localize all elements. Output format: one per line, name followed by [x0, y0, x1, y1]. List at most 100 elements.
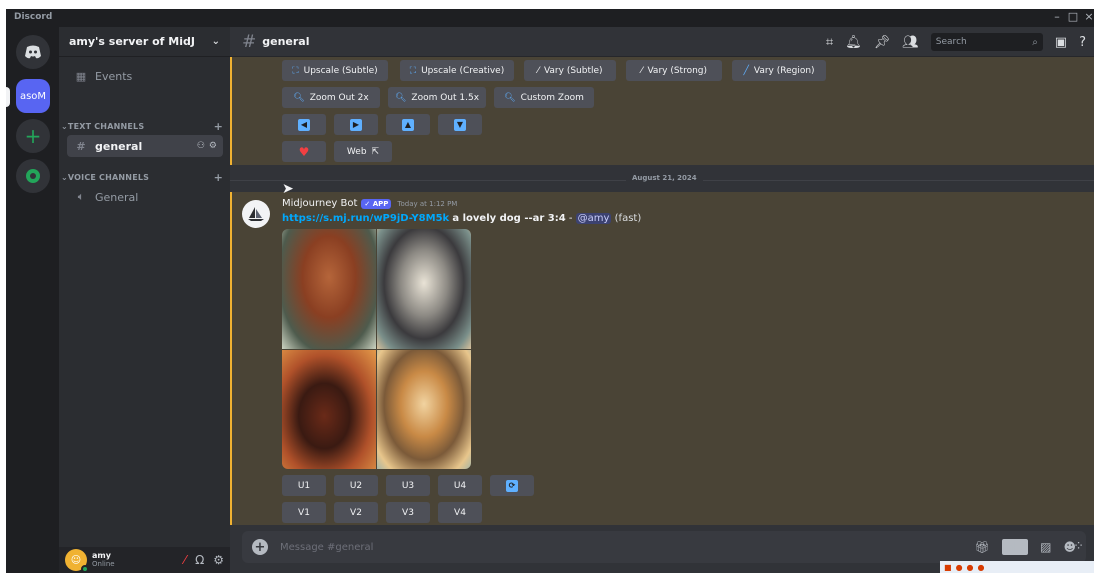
like-button[interactable]: ♥	[282, 141, 326, 162]
channel-label: General	[95, 190, 139, 204]
create-channel-icon[interactable]: +	[214, 120, 223, 133]
variation-4-button[interactable]: V4	[438, 502, 482, 523]
voice-channel-general[interactable]: 🔈︎ General	[67, 186, 223, 208]
author-name[interactable]: Midjourney Bot	[282, 198, 357, 209]
pan-up-button[interactable]: ▲	[386, 114, 430, 135]
maximize-button[interactable]: □	[1066, 10, 1080, 23]
search-input[interactable]: Search ⌕	[930, 33, 1043, 51]
pan-down-button[interactable]: ▼	[438, 114, 482, 135]
heart-icon: ♥	[298, 144, 310, 159]
pin-icon[interactable]: 📌︎	[874, 35, 891, 50]
inbox-icon[interactable]: ▣	[1055, 35, 1067, 50]
zoom-out-1-5x-button[interactable]: 🔍︎ Zoom Out 1.5x	[388, 87, 486, 108]
upscale-creative-button[interactable]: ⛶ Upscale (Creative)	[400, 60, 514, 81]
pan-right-button[interactable]: ▶	[334, 114, 378, 135]
variation-2-button[interactable]: V2	[334, 502, 378, 523]
compass-icon	[26, 169, 40, 183]
pan-left-button[interactable]: ◀	[282, 114, 326, 135]
previous-message: ⛶ Upscale (Subtle) ⛶ Upscale (Creative) ⁄ V…	[230, 57, 1094, 165]
category-label: TEXT CHANNELS	[67, 121, 145, 131]
button-label: Vary (Region)	[753, 65, 815, 76]
message-input[interactable]: Message #general	[280, 542, 373, 553]
username: amy	[92, 551, 111, 560]
upscale-2-button[interactable]: U2	[334, 475, 378, 496]
avatar[interactable]: ☺	[65, 549, 89, 573]
reroll-button[interactable]: ⟳	[490, 475, 534, 496]
hashtag-icon: #	[242, 31, 257, 52]
server-header[interactable]: amy's server of MidJ ⌄	[59, 27, 230, 57]
members-icon[interactable]: 👥︎	[902, 35, 919, 50]
discord-home-button[interactable]	[16, 35, 50, 69]
text-channels-category[interactable]: ⌄ TEXT CHANNELS +	[61, 119, 223, 133]
close-button[interactable]: ×	[1082, 10, 1094, 23]
button-label: Zoom Out 1.5x	[411, 92, 480, 103]
add-server-button[interactable]: +	[16, 119, 50, 153]
refresh-icon: ⟳	[506, 479, 518, 492]
generated-image-grid[interactable]	[282, 229, 471, 469]
channel-sidebar: amy's server of MidJ ⌄ ▦ Events ⌄ TEXT C…	[59, 27, 230, 573]
app-launcher-icon[interactable]: ⁘	[1073, 539, 1084, 554]
user-panel: ☺ amy Online ⁄ Ω ⚙	[59, 547, 230, 573]
input-method-icon[interactable]: ■	[944, 563, 952, 572]
message-composer[interactable]: + Message #general 🎁︎ GIF ▨ ☻	[242, 531, 1086, 563]
bell-icon[interactable]: 🔔︎	[845, 35, 862, 50]
threads-icon[interactable]: ⌗	[826, 35, 833, 50]
magnifier-icon: 🔍︎	[293, 92, 305, 103]
minimize-button[interactable]: –	[1050, 10, 1064, 23]
chevron-down-icon: ⌄	[211, 36, 220, 47]
variation-3-button[interactable]: V3	[386, 502, 430, 523]
headphones-icon[interactable]: Ω	[195, 553, 204, 567]
button-label: Web	[346, 146, 367, 157]
channel-label: general	[95, 139, 143, 153]
image-tile-4	[377, 350, 471, 469]
tray-icon[interactable]: ●	[967, 563, 974, 572]
voice-channels-category[interactable]: ⌄ VOICE CHANNELS +	[61, 170, 223, 184]
server-asom[interactable]: asoM	[16, 79, 50, 113]
button-label: Upscale (Creative)	[421, 65, 505, 76]
sticker-icon[interactable]: ▨	[1040, 540, 1051, 554]
separator: -	[565, 213, 576, 224]
image-tile-2	[377, 229, 471, 349]
user-mention[interactable]: @amy	[575, 213, 612, 224]
mute-mic-icon[interactable]: ⁄	[184, 553, 186, 567]
tray-icon[interactable]: ●	[978, 563, 985, 572]
magic-wand-icon: ⁄	[640, 65, 643, 76]
upscale-subtle-button[interactable]: ⛶ Upscale (Subtle)	[282, 60, 388, 81]
gear-icon[interactable]: ⚙	[213, 553, 224, 567]
vary-strong-button[interactable]: ⁄ Vary (Strong)	[626, 60, 722, 81]
help-icon[interactable]: ?	[1079, 35, 1086, 50]
image-link[interactable]: https://s.mj.run/wP9jD-Y8M5k	[282, 213, 449, 224]
attach-plus-icon[interactable]: +	[252, 539, 268, 555]
vary-subtle-button[interactable]: ⁄ Vary (Subtle)	[524, 60, 616, 81]
create-channel-icon[interactable]: +	[214, 171, 223, 184]
upscale-3-button[interactable]: U3	[386, 475, 430, 496]
custom-zoom-button[interactable]: 🔍︎ Custom Zoom	[494, 87, 594, 108]
upscale-1-button[interactable]: U1	[282, 475, 326, 496]
arrow-up-icon: ▲	[402, 118, 414, 131]
title-bar: Discord – □ ×	[6, 9, 1094, 27]
bot-avatar[interactable]	[242, 200, 270, 228]
vary-region-button[interactable]: ╱ Vary (Region)	[732, 60, 826, 81]
events-item[interactable]: ▦ Events	[67, 65, 223, 87]
brush-icon: ╱	[743, 65, 749, 76]
tray-icon[interactable]: ●	[956, 563, 963, 572]
prompt-text: a lovely dog --ar 3:4	[452, 213, 566, 224]
channel-general[interactable]: # general ⚇ ⚙	[67, 135, 223, 157]
arrow-down-icon: ▼	[454, 118, 466, 131]
events-label: Events	[95, 69, 133, 83]
zoom-out-2x-button[interactable]: 🔍︎ Zoom Out 2x	[282, 87, 380, 108]
arrow-right-icon: ▶	[350, 118, 362, 131]
gift-icon[interactable]: 🎁︎	[974, 540, 989, 554]
chevron-down-icon: ⌄	[61, 121, 68, 131]
channel-header: # general ⌗ 🔔︎ 📌︎ 👥︎ Search ⌕ ▣ ?	[230, 27, 1094, 57]
gif-icon[interactable]: GIF	[1001, 539, 1029, 555]
gear-icon[interactable]: ⚙	[209, 141, 217, 151]
date-divider: August 21, 2024	[230, 174, 1094, 186]
generation-mode: (fast)	[614, 213, 642, 224]
upscale-4-button[interactable]: U4	[438, 475, 482, 496]
web-link-button[interactable]: Web ⇱	[334, 141, 392, 162]
calendar-icon: ▦	[75, 69, 87, 83]
explore-servers-button[interactable]	[16, 159, 50, 193]
variation-1-button[interactable]: V1	[282, 502, 326, 523]
invite-icon[interactable]: ⚇	[197, 141, 205, 151]
